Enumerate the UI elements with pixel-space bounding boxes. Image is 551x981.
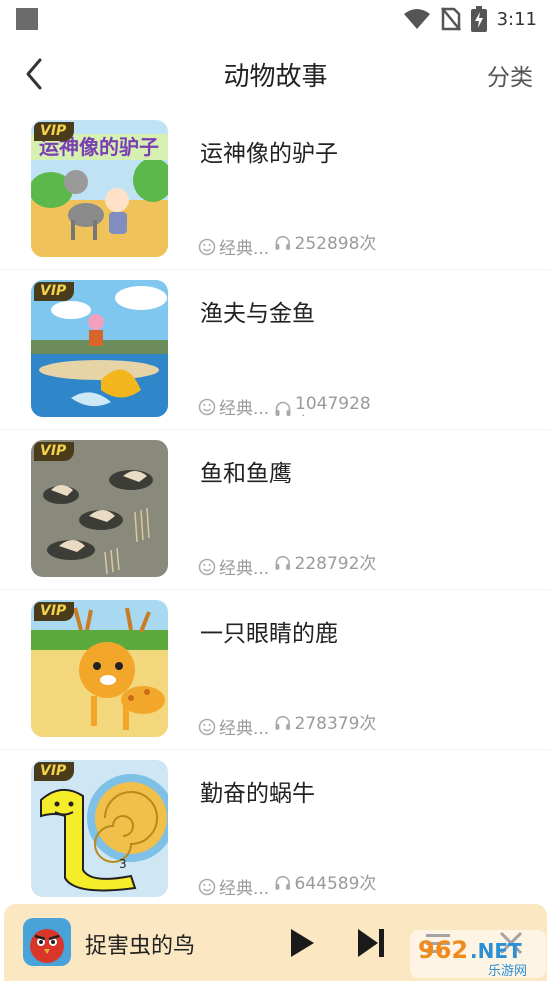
story-meta: 经典... 228792次	[198, 554, 384, 579]
play-count: 278379次	[294, 714, 377, 734]
story-thumbnail: 3 VIP	[31, 760, 168, 897]
headphones-icon	[275, 235, 291, 250]
notification-icon	[16, 8, 38, 30]
vip-badge: VIP	[34, 602, 75, 621]
header: 动物故事 分类	[0, 38, 551, 110]
svg-text:3: 3	[119, 857, 127, 871]
story-item[interactable]: VIP 一只眼睛的鹿 经典... 278379次	[0, 590, 551, 749]
story-category: 经典...	[219, 239, 270, 259]
status-time: 3:11	[496, 8, 537, 30]
headphones-icon	[275, 555, 291, 570]
story-list[interactable]: 运神像的驴子 VIP 运神像的驴子 经典... 252898次 VIP 渔夫与金…	[0, 110, 551, 900]
headphones-icon	[275, 875, 291, 890]
story-title: 一只眼睛的鹿	[200, 621, 338, 647]
story-title: 运神像的驴子	[200, 141, 338, 167]
smiley-icon	[198, 558, 216, 575]
story-item[interactable]: VIP 鱼和鱼鹰 经典... 228792次	[0, 430, 551, 589]
story-thumbnail: VIP	[31, 600, 168, 737]
smiley-icon	[198, 398, 216, 415]
story-title: 渔夫与金鱼	[200, 301, 315, 327]
story-title: 鱼和鱼鹰	[200, 461, 292, 487]
smiley-icon	[198, 718, 216, 735]
play-button[interactable]	[286, 926, 318, 960]
status-icons: 3:11	[403, 6, 537, 32]
vip-badge: VIP	[34, 762, 75, 781]
play-icon	[291, 929, 314, 957]
headphones-icon	[275, 401, 291, 416]
status-bar: 3:11	[0, 0, 551, 38]
category-button[interactable]: 分类	[487, 58, 533, 92]
headphones-icon	[275, 715, 291, 730]
watermark-logo: 962 .NET 乐游网	[408, 928, 548, 980]
story-item[interactable]: VIP 渔夫与金鱼 经典... 1047928次	[0, 270, 551, 429]
story-meta: 经典... 644589次	[198, 874, 384, 899]
story-item[interactable]: 运神像的驴子 VIP 运神像的驴子 经典... 252898次	[0, 110, 551, 269]
smiley-icon	[198, 238, 216, 255]
skip-next-icon	[358, 929, 384, 957]
vip-badge: VIP	[34, 122, 75, 141]
play-count: 228792次	[294, 554, 377, 574]
next-button[interactable]	[354, 926, 388, 960]
play-count: 1047928次	[295, 394, 371, 416]
page-title: 动物故事	[223, 62, 328, 92]
smiley-icon	[198, 878, 216, 895]
svg-text:962: 962	[418, 936, 468, 964]
story-category: 经典...	[219, 559, 270, 579]
story-thumbnail: VIP	[31, 280, 168, 417]
story-category: 经典...	[219, 879, 270, 899]
svg-text:.NET: .NET	[470, 939, 522, 963]
play-count: 644589次	[294, 874, 377, 894]
vip-badge: VIP	[34, 282, 75, 301]
play-count: 252898次	[294, 234, 377, 254]
story-title: 勤奋的蜗牛	[200, 781, 315, 807]
battery-charging-icon	[470, 6, 487, 32]
story-category: 经典...	[219, 719, 270, 739]
story-meta: 经典... 1047928次	[198, 394, 384, 419]
svg-text:乐游网: 乐游网	[488, 964, 527, 979]
story-item[interactable]: 3 VIP 勤奋的蜗牛 经典... 644589次	[0, 750, 551, 900]
no-sim-icon	[440, 7, 461, 31]
vip-badge: VIP	[34, 442, 75, 461]
player-cover[interactable]	[23, 918, 71, 966]
player-title: 捉害虫的鸟	[85, 934, 196, 959]
story-thumbnail: 运神像的驴子 VIP	[31, 120, 168, 257]
wifi-icon	[403, 9, 430, 29]
story-category: 经典...	[219, 399, 270, 419]
story-meta: 经典... 252898次	[198, 234, 384, 259]
story-thumbnail: VIP	[31, 440, 168, 577]
story-meta: 经典... 278379次	[198, 714, 384, 739]
